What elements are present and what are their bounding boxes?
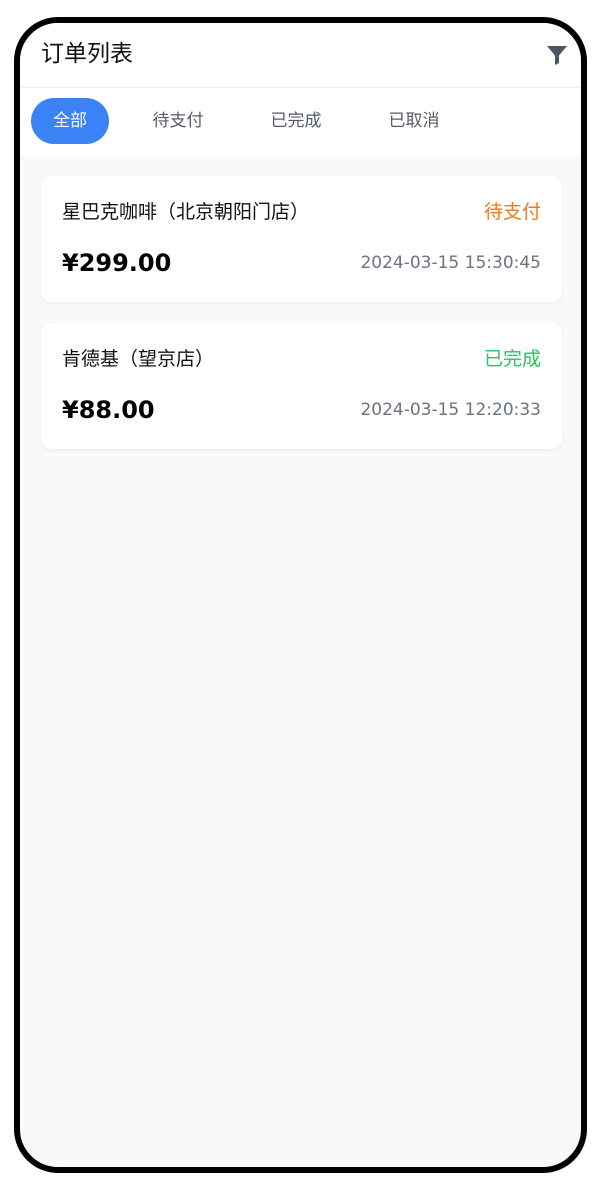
page-title: 订单列表 — [41, 41, 133, 67]
filter-icon[interactable] — [545, 43, 569, 67]
order-time: 2024-03-15 12:20:33 — [360, 400, 541, 420]
order-store-name: 肯德基（望京店） — [62, 348, 215, 370]
order-card[interactable]: 星巴克咖啡（北京朝阳门店） 待支付 ¥299.00 2024-03-15 15:… — [41, 176, 562, 302]
tab-cancelled[interactable]: 已取消 — [374, 98, 454, 144]
order-status: 已完成 — [483, 348, 541, 370]
app-header: 订单列表 — [20, 23, 581, 88]
order-store-name: 星巴克咖啡（北京朝阳门店） — [62, 201, 310, 223]
order-status: 待支付 — [483, 201, 541, 223]
tab-pending-payment[interactable]: 待支付 — [138, 98, 218, 144]
order-time: 2024-03-15 15:30:45 — [360, 253, 541, 273]
order-card[interactable]: 肯德基（望京店） 已完成 ¥88.00 2024-03-15 12:20:33 — [41, 323, 562, 449]
status-tabs: 全部 待支付 已完成 已取消 — [20, 88, 581, 156]
order-price: ¥299.00 — [62, 249, 172, 277]
tab-all[interactable]: 全部 — [31, 98, 109, 144]
tab-completed[interactable]: 已完成 — [256, 98, 336, 144]
phone-frame: 订单列表 全部 待支付 已完成 已取消 星巴克咖啡（北京朝阳门店） 待支付 ¥2… — [14, 17, 587, 1173]
order-price: ¥88.00 — [62, 396, 155, 424]
